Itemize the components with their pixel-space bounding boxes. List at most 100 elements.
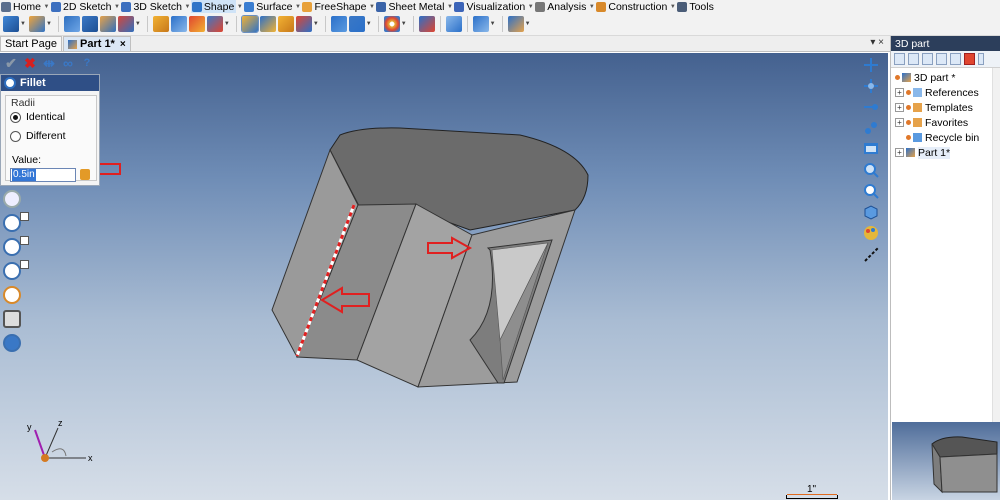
zoom-fit-icon[interactable] — [862, 182, 880, 200]
boolean-icon[interactable] — [188, 16, 205, 32]
tree-item-templates[interactable]: + Templates — [895, 100, 973, 115]
tree-tool-icon[interactable] — [978, 53, 984, 65]
3d-scene[interactable]: x y z — [0, 53, 888, 500]
dropdown-arrow-icon[interactable]: ▼ — [46, 21, 52, 27]
menu-dropdown-icon[interactable]: ▼ — [184, 1, 191, 12]
select-edge-icon[interactable] — [3, 190, 21, 208]
menu-surface[interactable]: Surface — [243, 0, 294, 13]
fillet-icon[interactable] — [240, 15, 259, 33]
dropdown-arrow-icon[interactable]: ▼ — [366, 21, 372, 27]
menu-dropdown-icon[interactable]: ▼ — [527, 1, 534, 12]
dropdown-arrow-icon[interactable]: ▼ — [525, 21, 531, 27]
move-icon[interactable] — [472, 16, 489, 32]
revolve-icon[interactable] — [28, 16, 45, 32]
accept-icon[interactable]: ✔ — [3, 55, 19, 71]
shell-icon[interactable] — [63, 16, 80, 32]
lock-icon[interactable] — [80, 169, 90, 180]
pattern-icon[interactable] — [330, 16, 347, 32]
radio-identical-button[interactable] — [10, 111, 21, 123]
menu-dropdown-icon[interactable]: ▼ — [446, 1, 453, 12]
orbit-icon[interactable] — [862, 119, 880, 137]
mirror-icon[interactable] — [348, 16, 365, 32]
blend-icon[interactable] — [170, 16, 187, 32]
extrude-icon[interactable] — [3, 16, 19, 32]
split-icon[interactable] — [206, 16, 223, 32]
arrow-left-right-icon[interactable]: ⇹ — [41, 55, 57, 71]
tree-tool-icon[interactable] — [936, 53, 947, 65]
menu-dropdown-icon[interactable]: ▼ — [236, 1, 243, 12]
menu-freeshape[interactable]: FreeShape — [301, 0, 368, 13]
menu-sheet-metal[interactable]: Sheet Metal — [375, 0, 446, 13]
edge-blend-icon[interactable] — [277, 16, 294, 32]
menu-analysis[interactable]: Analysis — [534, 0, 588, 13]
spin-icon[interactable] — [862, 98, 880, 116]
checkbox-icon[interactable] — [20, 236, 29, 245]
select-loop-icon[interactable] — [3, 212, 29, 232]
radio-different[interactable]: Different — [10, 130, 66, 142]
cancel-icon[interactable]: ✖ — [22, 55, 38, 71]
menu-2d-sketch[interactable]: 2D Sketch — [50, 0, 113, 13]
dropdown-arrow-icon[interactable]: ▼ — [490, 21, 496, 27]
dropdown-arrow-icon[interactable]: ▼ — [135, 21, 141, 27]
edge-settings-icon[interactable] — [3, 310, 21, 328]
help-icon[interactable]: ? — [79, 55, 95, 71]
menu-tools[interactable]: Tools — [676, 0, 716, 13]
dropdown-arrow-icon[interactable]: ▼ — [313, 21, 319, 27]
dropdown-arrow-icon[interactable]: ▼ — [20, 21, 26, 27]
menu-dropdown-icon[interactable]: ▼ — [294, 1, 301, 12]
stock-icon[interactable] — [445, 16, 462, 32]
checkbox-icon[interactable] — [20, 212, 29, 221]
menu-dropdown-icon[interactable]: ▼ — [368, 1, 375, 12]
dropdown-arrow-icon[interactable]: ▼ — [224, 21, 230, 27]
preview-thumbnail[interactable] — [892, 422, 1000, 500]
rotate-icon[interactable] — [862, 77, 880, 95]
draft-icon[interactable] — [81, 16, 98, 32]
tab-part-1[interactable]: Part 1* × — [62, 36, 131, 51]
tree-tool-icon[interactable] — [950, 53, 961, 65]
menu-construction[interactable]: Construction — [595, 0, 669, 13]
gear-icon[interactable] — [3, 334, 21, 352]
paint-palette-icon[interactable] — [383, 16, 400, 32]
tree-item-part-1[interactable]: + Part 1* — [895, 145, 951, 160]
menu-3d-sketch[interactable]: 3D Sketch — [120, 0, 183, 13]
tree-item-references[interactable]: + References — [895, 85, 979, 100]
tree-tool-icon[interactable] — [922, 53, 933, 65]
loft-icon[interactable] — [99, 16, 116, 32]
menu-dropdown-icon[interactable]: ▼ — [588, 1, 595, 12]
sweep-icon[interactable] — [117, 16, 134, 32]
menu-dropdown-icon[interactable]: ▼ — [669, 1, 676, 12]
menu-home[interactable]: Home — [0, 0, 43, 13]
expand-icon[interactable]: + — [895, 148, 904, 157]
view-cube-icon[interactable] — [862, 203, 880, 221]
pan-icon[interactable] — [862, 56, 880, 74]
menu-dropdown-icon[interactable]: ▼ — [43, 1, 50, 12]
chamfer-icon[interactable] — [259, 16, 276, 32]
flag-icon[interactable] — [964, 53, 975, 65]
preview-icon[interactable]: ∞ — [60, 55, 76, 71]
render-style-icon[interactable] — [862, 224, 880, 242]
section-icon[interactable] — [862, 245, 880, 263]
menu-dropdown-icon[interactable]: ▼ — [113, 1, 120, 12]
view-window-icon[interactable] — [862, 140, 880, 158]
expand-icon[interactable]: + — [895, 103, 904, 112]
expand-icon[interactable]: + — [895, 118, 904, 127]
menu-visualization[interactable]: Visualization — [453, 0, 527, 13]
tab-window-controls[interactable]: ▾ × — [870, 37, 884, 48]
solid-box-icon[interactable] — [152, 16, 169, 32]
tab-start-page[interactable]: Start Page — [0, 36, 62, 51]
measure-icon[interactable] — [507, 16, 524, 32]
select-chain-icon[interactable] — [3, 260, 29, 280]
design-tree-scrollbar[interactable] — [992, 68, 1000, 452]
select-body-icon[interactable] — [3, 286, 21, 304]
3d-viewport[interactable]: x y z — [0, 53, 888, 500]
tree-item-3d-part[interactable]: 3D part * — [895, 70, 955, 85]
tree-item-favorites[interactable]: + Favorites — [895, 115, 968, 130]
zoom-icon[interactable] — [862, 161, 880, 179]
checkbox-icon[interactable] — [20, 260, 29, 269]
radio-identical[interactable]: Identical — [10, 111, 65, 123]
radio-different-button[interactable] — [10, 130, 21, 142]
expand-icon[interactable]: + — [895, 88, 904, 97]
tree-tool-icon[interactable] — [894, 53, 905, 65]
material-icon[interactable] — [418, 16, 435, 32]
close-icon[interactable]: × — [120, 39, 126, 50]
